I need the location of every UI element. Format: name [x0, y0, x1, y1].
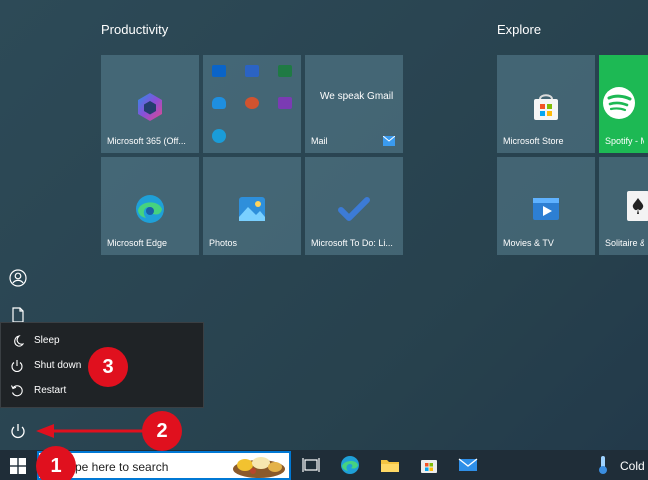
tile-label: Microsoft To Do: Li...: [311, 238, 393, 248]
moon-icon: [14, 335, 24, 347]
power-button-icon[interactable]: [9, 422, 27, 440]
user-account-icon[interactable]: [9, 269, 27, 287]
annotation-badge-1: 1: [36, 446, 76, 480]
tile-label: Microsoft Edge: [107, 238, 168, 248]
search-highlight-food-icon: [233, 457, 285, 478]
tile-label: Photos: [209, 238, 238, 248]
tile-spotify[interactable]: Spotify - Music: [599, 55, 648, 153]
tile-microsoft-365[interactable]: Microsoft 365 (Off...: [101, 55, 199, 153]
annotation-badge-3: 3: [88, 347, 128, 387]
power-menu-label: Restart: [34, 385, 67, 396]
todo-checkmark-icon: [338, 197, 370, 221]
word-icon: [245, 65, 259, 77]
microsoft-365-icon: [138, 93, 162, 121]
skype-icon: [212, 129, 226, 143]
tile-label: Movies & TV: [503, 238, 554, 248]
annotation-badge-2: 2: [142, 411, 182, 451]
group-title-explore[interactable]: Explore: [497, 22, 541, 37]
power-menu-label: Sleep: [34, 335, 60, 346]
group-title-productivity[interactable]: Productivity: [101, 22, 168, 37]
mail-icon: [383, 136, 395, 146]
annotation-arrow: [36, 424, 148, 438]
tile-movies-tv[interactable]: Movies & TV: [497, 157, 595, 255]
power-menu-label: Shut down: [34, 360, 82, 371]
outlook-icon: [212, 65, 226, 77]
mail-taskbar-icon[interactable]: [458, 455, 478, 475]
tile-microsoft-store[interactable]: Microsoft Store: [497, 55, 595, 153]
tile-label: Microsoft Store: [503, 136, 564, 146]
tile-microsoft-edge[interactable]: Microsoft Edge: [101, 157, 199, 255]
onedrive-icon: [212, 97, 226, 109]
tile-label: Solitaire &: [605, 238, 644, 248]
search-placeholder: ype here to search: [69, 460, 169, 474]
edge-icon: [136, 195, 164, 223]
windows-start-icon[interactable]: [10, 458, 26, 474]
weather-text[interactable]: Cold w: [620, 459, 648, 473]
solitaire-card-icon: [627, 191, 648, 221]
tile-label: Spotify - Music: [605, 136, 644, 146]
photos-icon: [239, 197, 265, 221]
tile-mail[interactable]: We speak Gmail Mail: [305, 55, 403, 153]
mail-promo-text: We speak Gmail: [320, 91, 394, 102]
edge-taskbar-icon[interactable]: [340, 455, 360, 475]
file-explorer-icon[interactable]: [380, 455, 400, 475]
powerpoint-icon: [245, 97, 259, 109]
tile-photos[interactable]: Photos: [203, 157, 301, 255]
tile-label: Microsoft 365 (Off...: [107, 136, 186, 146]
tile-office-apps[interactable]: [203, 55, 301, 153]
tile-label: Mail: [311, 136, 328, 146]
movies-tv-icon: [533, 198, 559, 220]
store-taskbar-icon[interactable]: [419, 455, 439, 475]
power-icon: [11, 360, 23, 373]
tile-solitaire[interactable]: Solitaire &: [599, 157, 648, 255]
tile-microsoft-to-do[interactable]: Microsoft To Do: Li...: [305, 157, 403, 255]
onenote-icon: [278, 97, 292, 109]
thermometer-icon[interactable]: [596, 455, 610, 475]
restart-icon: [11, 385, 23, 397]
excel-icon: [278, 65, 292, 77]
task-view-icon[interactable]: [301, 455, 321, 475]
spotify-icon: [603, 87, 635, 119]
store-icon: [534, 94, 558, 120]
